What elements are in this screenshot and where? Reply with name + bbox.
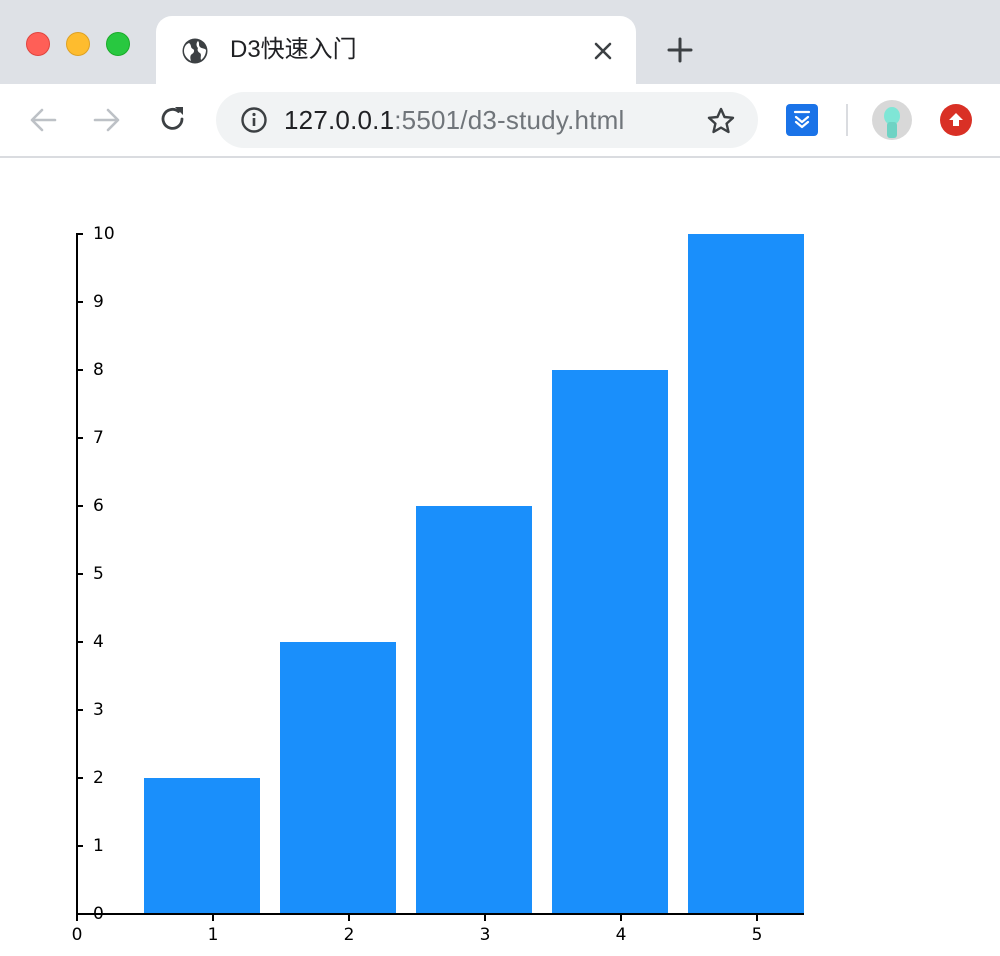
forward-arrow-icon[interactable]: [92, 106, 122, 134]
close-window-button[interactable]: [26, 32, 50, 56]
tab-title: D3快速入门: [230, 36, 357, 63]
bar: [416, 506, 532, 914]
y-tick-label: 7: [93, 428, 104, 448]
y-tick-label: 3: [93, 700, 104, 720]
minimize-window-button[interactable]: [66, 32, 90, 56]
y-tick-label: 10: [93, 224, 115, 244]
site-info-icon[interactable]: [240, 106, 268, 134]
x-tick-label: 0: [72, 925, 83, 945]
bar-chart: 0 1 2 3 4 5 6 7 8 9 10 0 1 2 3 4 5: [72, 224, 804, 945]
url-host: 127.0.0.1: [284, 105, 395, 135]
url-text[interactable]: 127.0.0.1:5501/d3-study.html: [284, 104, 624, 136]
x-tick-label: 2: [344, 925, 355, 945]
y-tick-label: 9: [93, 292, 104, 312]
download-chevrons-icon: [793, 110, 811, 129]
bar: [688, 234, 804, 914]
address-bar[interactable]: 127.0.0.1:5501/d3-study.html: [216, 92, 758, 148]
bar: [280, 642, 396, 914]
y-tick-label: 2: [93, 768, 104, 788]
update-button[interactable]: [940, 104, 972, 136]
bar-group: [144, 234, 804, 914]
x-tick-label: 3: [480, 925, 491, 945]
page-content: 0 1 2 3 4 5 6 7 8 9 10 0 1 2 3 4 5: [0, 158, 1000, 956]
x-axis: 0 1 2 3 4 5: [72, 913, 804, 945]
bookmark-star-icon[interactable]: [706, 106, 736, 136]
y-tick-label: 1: [93, 836, 104, 856]
y-tick-label: 5: [93, 564, 104, 584]
arrow-up-icon: [949, 113, 963, 126]
close-tab-icon[interactable]: [592, 40, 614, 62]
new-tab-icon[interactable]: [667, 37, 693, 63]
maximize-window-button[interactable]: [106, 32, 130, 56]
y-tick-label: 8: [93, 360, 104, 380]
avatar-figure-icon: [884, 107, 900, 138]
x-tick-label: 1: [208, 925, 219, 945]
reload-icon[interactable]: [158, 104, 188, 134]
tab-strip: D3快速入门: [0, 0, 1000, 84]
x-tick-label: 4: [616, 925, 627, 945]
bar: [552, 370, 668, 914]
browser-toolbar: 127.0.0.1:5501/d3-study.html: [0, 84, 1000, 158]
y-tick-label: 4: [93, 632, 104, 652]
extension-icon[interactable]: [786, 104, 818, 136]
tab-active[interactable]: D3快速入门: [156, 16, 636, 84]
globe-icon: [182, 38, 208, 64]
y-axis: 012345678910: [76, 224, 115, 924]
profile-avatar[interactable]: [872, 100, 912, 140]
toolbar-divider: [846, 104, 848, 136]
url-path: :5501/d3-study.html: [394, 105, 625, 135]
bar: [144, 778, 260, 914]
back-arrow-icon[interactable]: [28, 106, 58, 134]
y-tick-label: 6: [93, 496, 104, 516]
x-tick-label: 5: [752, 925, 763, 945]
